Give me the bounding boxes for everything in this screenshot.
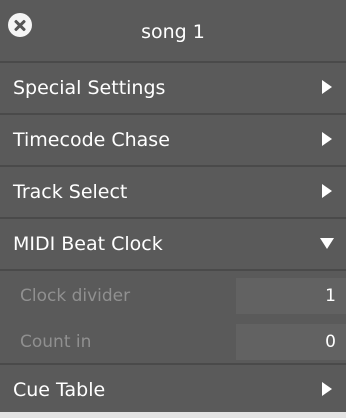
triangle-right-icon[interactable] bbox=[322, 80, 332, 94]
section-midi-beat-clock[interactable]: MIDI Beat Clock bbox=[0, 219, 346, 269]
section-special-settings[interactable]: Special Settings bbox=[0, 63, 346, 113]
window-edge bbox=[0, 412, 346, 418]
clock-divider-field[interactable]: 1 bbox=[236, 278, 346, 314]
section-label: Special Settings bbox=[13, 77, 166, 99]
section-cue-table[interactable]: Cue Table bbox=[0, 365, 346, 415]
section-track-select[interactable]: Track Select bbox=[0, 167, 346, 217]
section-timecode-chase[interactable]: Timecode Chase bbox=[0, 115, 346, 165]
count-in-field[interactable]: 0 bbox=[236, 324, 346, 360]
param-value: 1 bbox=[325, 286, 336, 306]
param-label: Clock divider bbox=[20, 286, 131, 306]
param-clock-divider: Clock divider 1 bbox=[0, 271, 346, 321]
section-label: Track Select bbox=[13, 181, 128, 203]
triangle-right-icon[interactable] bbox=[322, 132, 332, 146]
inspector-panel: song 1 Special Settings Timecode Chase T… bbox=[0, 0, 346, 418]
param-label: Count in bbox=[20, 332, 92, 352]
param-value: 0 bbox=[325, 332, 336, 352]
triangle-right-icon[interactable] bbox=[322, 184, 332, 198]
section-label: Timecode Chase bbox=[13, 129, 170, 151]
triangle-right-icon[interactable] bbox=[322, 382, 332, 396]
section-label: Cue Table bbox=[13, 379, 106, 401]
triangle-down-icon[interactable] bbox=[320, 238, 334, 249]
section-label: MIDI Beat Clock bbox=[13, 233, 163, 255]
window-title: song 1 bbox=[141, 21, 205, 43]
title-bar: song 1 bbox=[0, 0, 346, 61]
param-count-in: Count in 0 bbox=[0, 317, 346, 367]
